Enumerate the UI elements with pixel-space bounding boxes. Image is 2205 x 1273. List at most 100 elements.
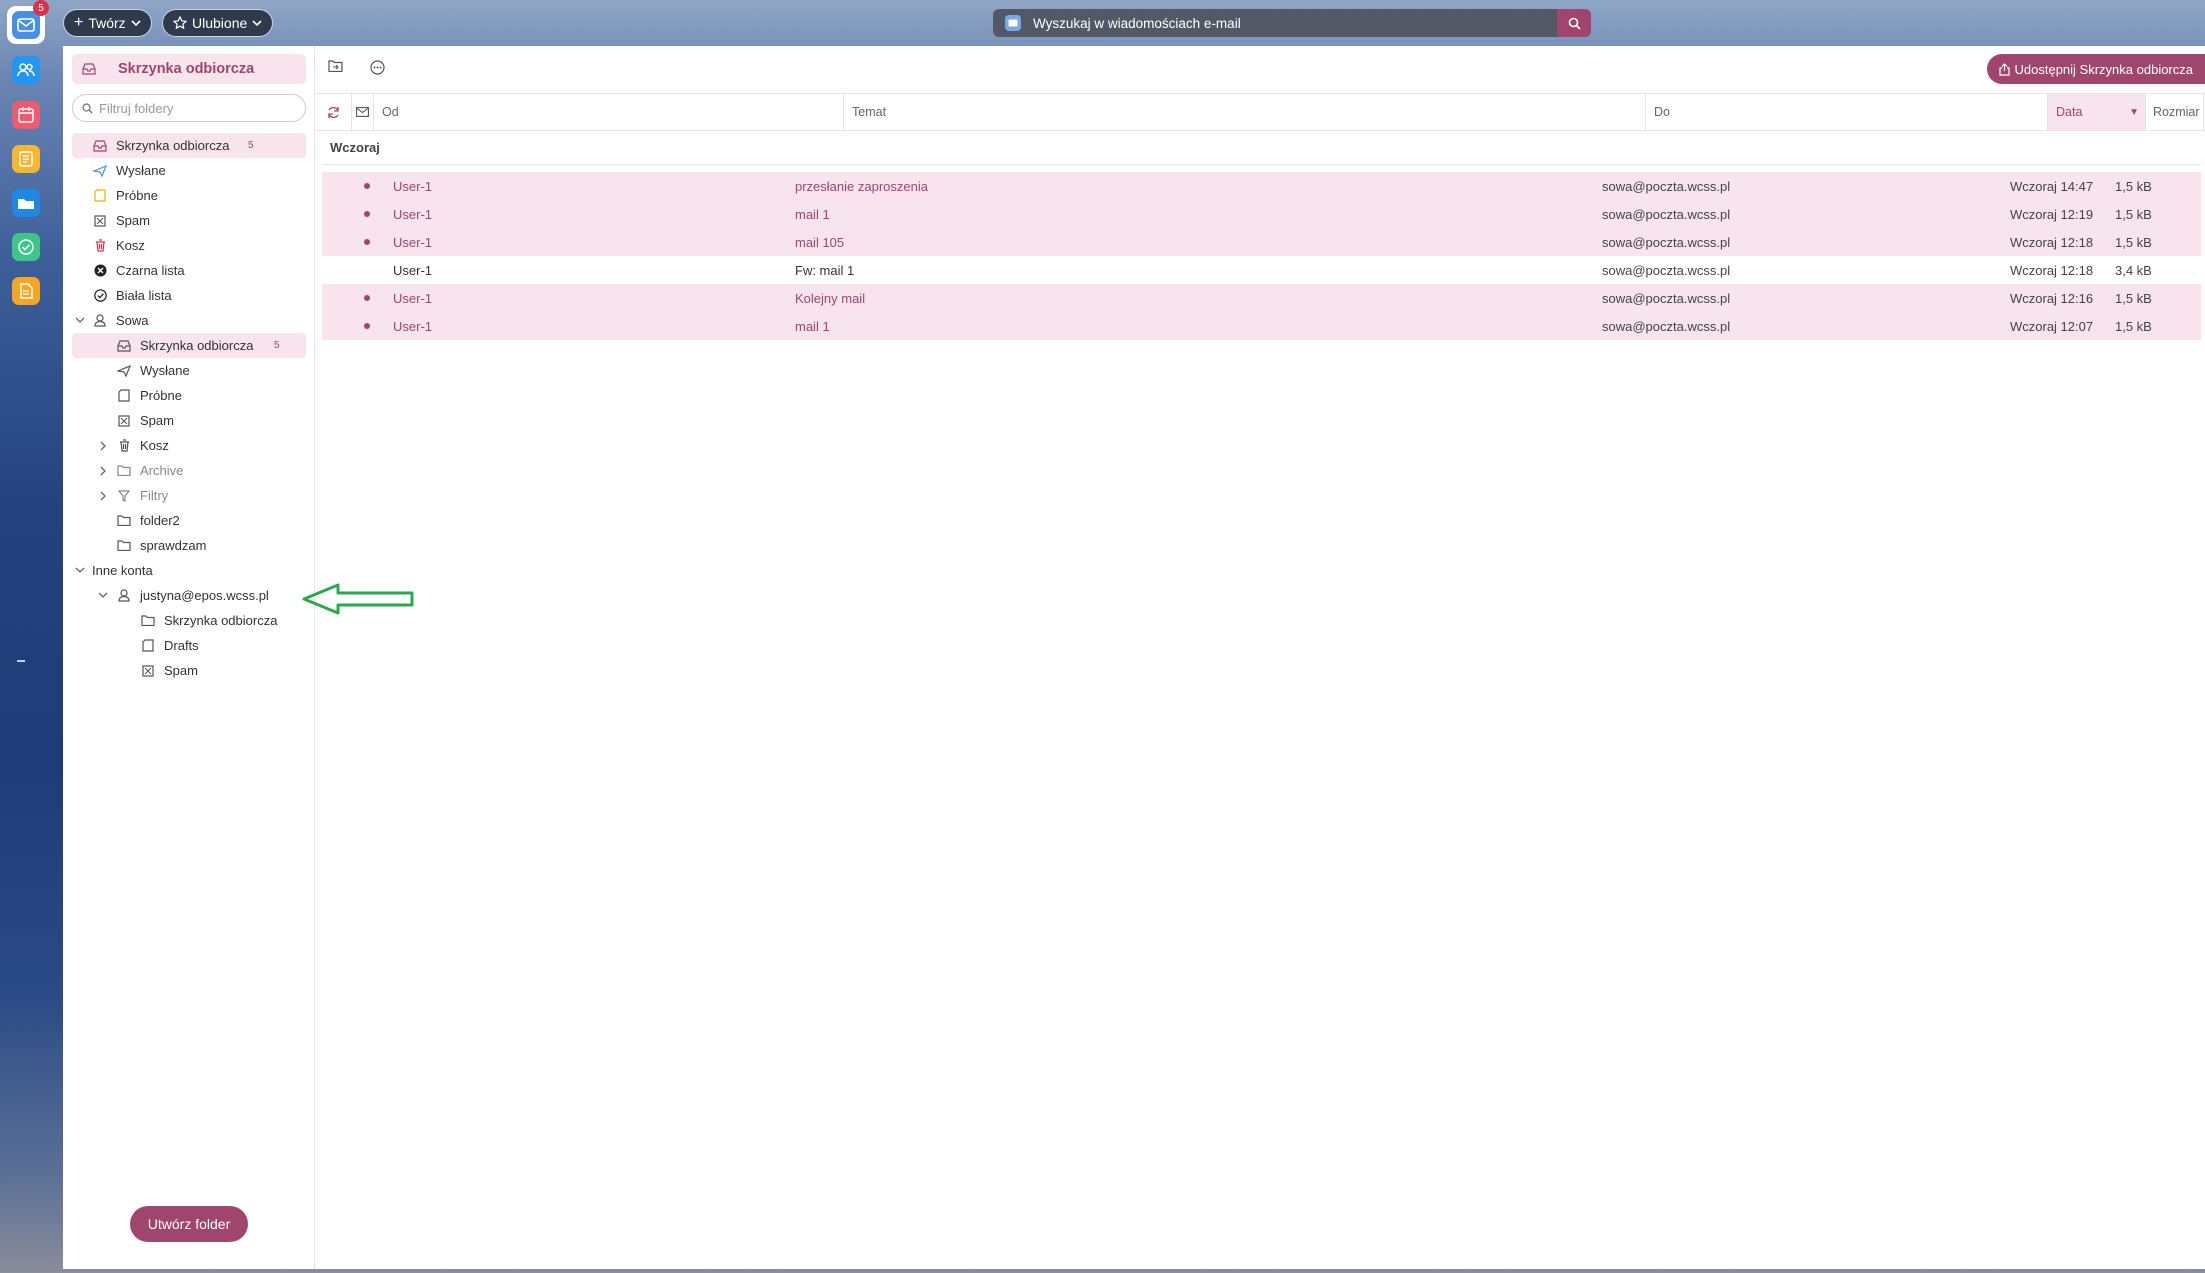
folder-filter-input[interactable]: Filtruj foldery [72, 94, 306, 122]
column-subject[interactable]: Temat [844, 94, 1646, 130]
chevron-down-icon[interactable] [74, 567, 86, 574]
contacts-app-button[interactable] [12, 56, 40, 84]
plus-icon: + [74, 14, 84, 31]
column-from[interactable]: Od [374, 94, 844, 130]
folder-drafts[interactable]: Próbne [72, 183, 306, 208]
message-date: Wczoraj 12:07 [2010, 319, 2094, 334]
folder-icon [140, 615, 156, 626]
current-folder-header[interactable]: Skrzynka odbiorcza [72, 54, 306, 84]
other-accounts-section[interactable]: Inne konta [72, 558, 306, 583]
notes-app-button[interactable] [12, 145, 40, 173]
message-row[interactable]: User-1 Fw: mail 1 sowa@poczta.wcss.pl Wc… [322, 256, 2201, 284]
mail-window: Skrzynka odbiorcza Filtruj foldery Skrzy… [63, 46, 2205, 1269]
folder-drafts[interactable]: Drafts [72, 633, 306, 658]
folder-label: Biała lista [116, 288, 172, 303]
column-date[interactable]: Data ▼ [2048, 94, 2146, 130]
inbox-icon [82, 63, 96, 75]
message-subject: mail 105 [795, 235, 845, 250]
refresh-button[interactable] [316, 94, 352, 130]
contacts-icon [17, 63, 35, 77]
list-toolbar: Udostępnij Skrzynka odbiorcza [316, 46, 2205, 92]
message-list-panel: Udostępnij Skrzynka odbiorcza Od Temat D… [316, 46, 2205, 1269]
folder-spam[interactable]: Spam [72, 208, 306, 233]
create-button[interactable]: + Twórz [63, 9, 152, 37]
folder-trash[interactable]: Kosz [72, 233, 306, 258]
message-to: sowa@poczta.wcss.pl [1602, 291, 1731, 306]
folder-label: Wysłane [140, 363, 190, 378]
create-folder-button[interactable]: Utwórz folder [130, 1206, 248, 1242]
folder-label: folder2 [140, 513, 180, 528]
folder-sprawdzam[interactable]: sprawdzam [72, 533, 306, 558]
refresh-icon [328, 106, 339, 118]
calendar-app-button[interactable] [12, 101, 40, 129]
folder-inbox[interactable]: Skrzynka odbiorcza 5 [72, 133, 306, 158]
column-size[interactable]: Rozmiar [2146, 94, 2204, 130]
move-folder-icon[interactable] [328, 60, 343, 72]
folder-sent[interactable]: Wysłane [72, 358, 306, 383]
folder-folder2[interactable]: folder2 [72, 508, 306, 533]
search-input[interactable]: Wyszukaj w wiadomościach e-mail [993, 9, 1591, 37]
unread-dot-icon[interactable] [364, 323, 370, 329]
folder-label: Spam [164, 663, 198, 678]
chevron-right-icon[interactable] [97, 491, 109, 501]
folder-filters[interactable]: Filtry [72, 483, 306, 508]
folder-drafts[interactable]: Próbne [72, 383, 306, 408]
chevron-right-icon[interactable] [97, 441, 109, 451]
trash-icon [92, 239, 108, 252]
folder-spam[interactable]: Spam [72, 408, 306, 433]
tasks-app-button[interactable] [12, 233, 40, 261]
search-button[interactable] [1557, 9, 1591, 37]
chevron-down-icon[interactable] [74, 317, 86, 324]
column-to[interactable]: Do [1646, 94, 2048, 130]
message-from: User-1 [393, 179, 433, 194]
folder-whitelist[interactable]: Biała lista [72, 283, 306, 308]
folder-inbox[interactable]: Skrzynka odbiorcza [72, 608, 306, 633]
folder-spam[interactable]: Spam [72, 658, 306, 683]
account-label: Sowa [116, 313, 149, 328]
message-row[interactable]: User-1 mail 1 sowa@poczta.wcss.pl Wczora… [322, 200, 2201, 228]
unread-count: 5 [274, 340, 280, 351]
chevron-down-icon[interactable] [97, 592, 109, 599]
share-inbox-button[interactable]: Udostępnij Skrzynka odbiorcza [1986, 54, 2205, 84]
message-row[interactable]: User-1 Kolejny mail sowa@poczta.wcss.pl … [322, 284, 2201, 312]
create-label: Twórz [88, 15, 126, 31]
chevron-right-icon[interactable] [97, 466, 109, 476]
message-row[interactable]: User-1 mail 105 sowa@poczta.wcss.pl Wczo… [322, 228, 2201, 256]
unread-dot-icon[interactable] [364, 183, 370, 189]
draft-icon [116, 389, 132, 402]
inbox-icon [116, 339, 132, 352]
trash-icon [116, 439, 132, 452]
account-justyna[interactable]: justyna@epos.wcss.pl [72, 583, 306, 608]
unread-dot-icon[interactable] [364, 295, 370, 301]
favorites-button[interactable]: Ulubione [162, 9, 274, 37]
message-from: User-1 [393, 319, 433, 334]
folder-archive[interactable]: Archive [72, 458, 306, 483]
read-status-column[interactable] [352, 94, 374, 130]
message-row[interactable]: User-1 mail 1 sowa@poczta.wcss.pl Wczora… [322, 312, 2201, 340]
share-label: Udostępnij Skrzynka odbiorcza [2014, 61, 2193, 77]
account-sowa[interactable]: Sowa [72, 308, 306, 333]
documents-icon [20, 283, 33, 299]
folder-label: Skrzynka odbiorcza [140, 338, 254, 353]
folder-inbox[interactable]: Skrzynka odbiorcza 5 [72, 333, 306, 358]
folder-blacklist[interactable]: Czarna lista [72, 258, 306, 283]
folder-label: sprawdzam [140, 538, 207, 553]
message-row[interactable]: User-1 przesłanie zaproszenia sowa@poczt… [322, 172, 2201, 200]
message-subject: mail 1 [795, 319, 830, 334]
folder-sent[interactable]: Wysłane [72, 158, 306, 183]
search-icon [82, 102, 93, 114]
message-size: 1,5 kB [2115, 291, 2152, 306]
files-app-button[interactable] [12, 189, 40, 217]
folder-trash[interactable]: Kosz [72, 433, 306, 458]
send-icon [92, 164, 108, 177]
calendar-icon [18, 107, 34, 123]
column-date-label: Data [2056, 105, 2083, 119]
unread-dot-icon[interactable] [364, 211, 370, 217]
folder-filter-placeholder: Filtruj foldery [99, 100, 174, 116]
more-options-icon[interactable] [370, 60, 385, 75]
message-date: Wczoraj 12:16 [2010, 291, 2094, 306]
spam-icon [116, 414, 132, 427]
documents-app-button[interactable] [12, 277, 40, 305]
unread-dot-icon[interactable] [364, 239, 370, 245]
message-subject: przesłanie zaproszenia [795, 179, 928, 194]
